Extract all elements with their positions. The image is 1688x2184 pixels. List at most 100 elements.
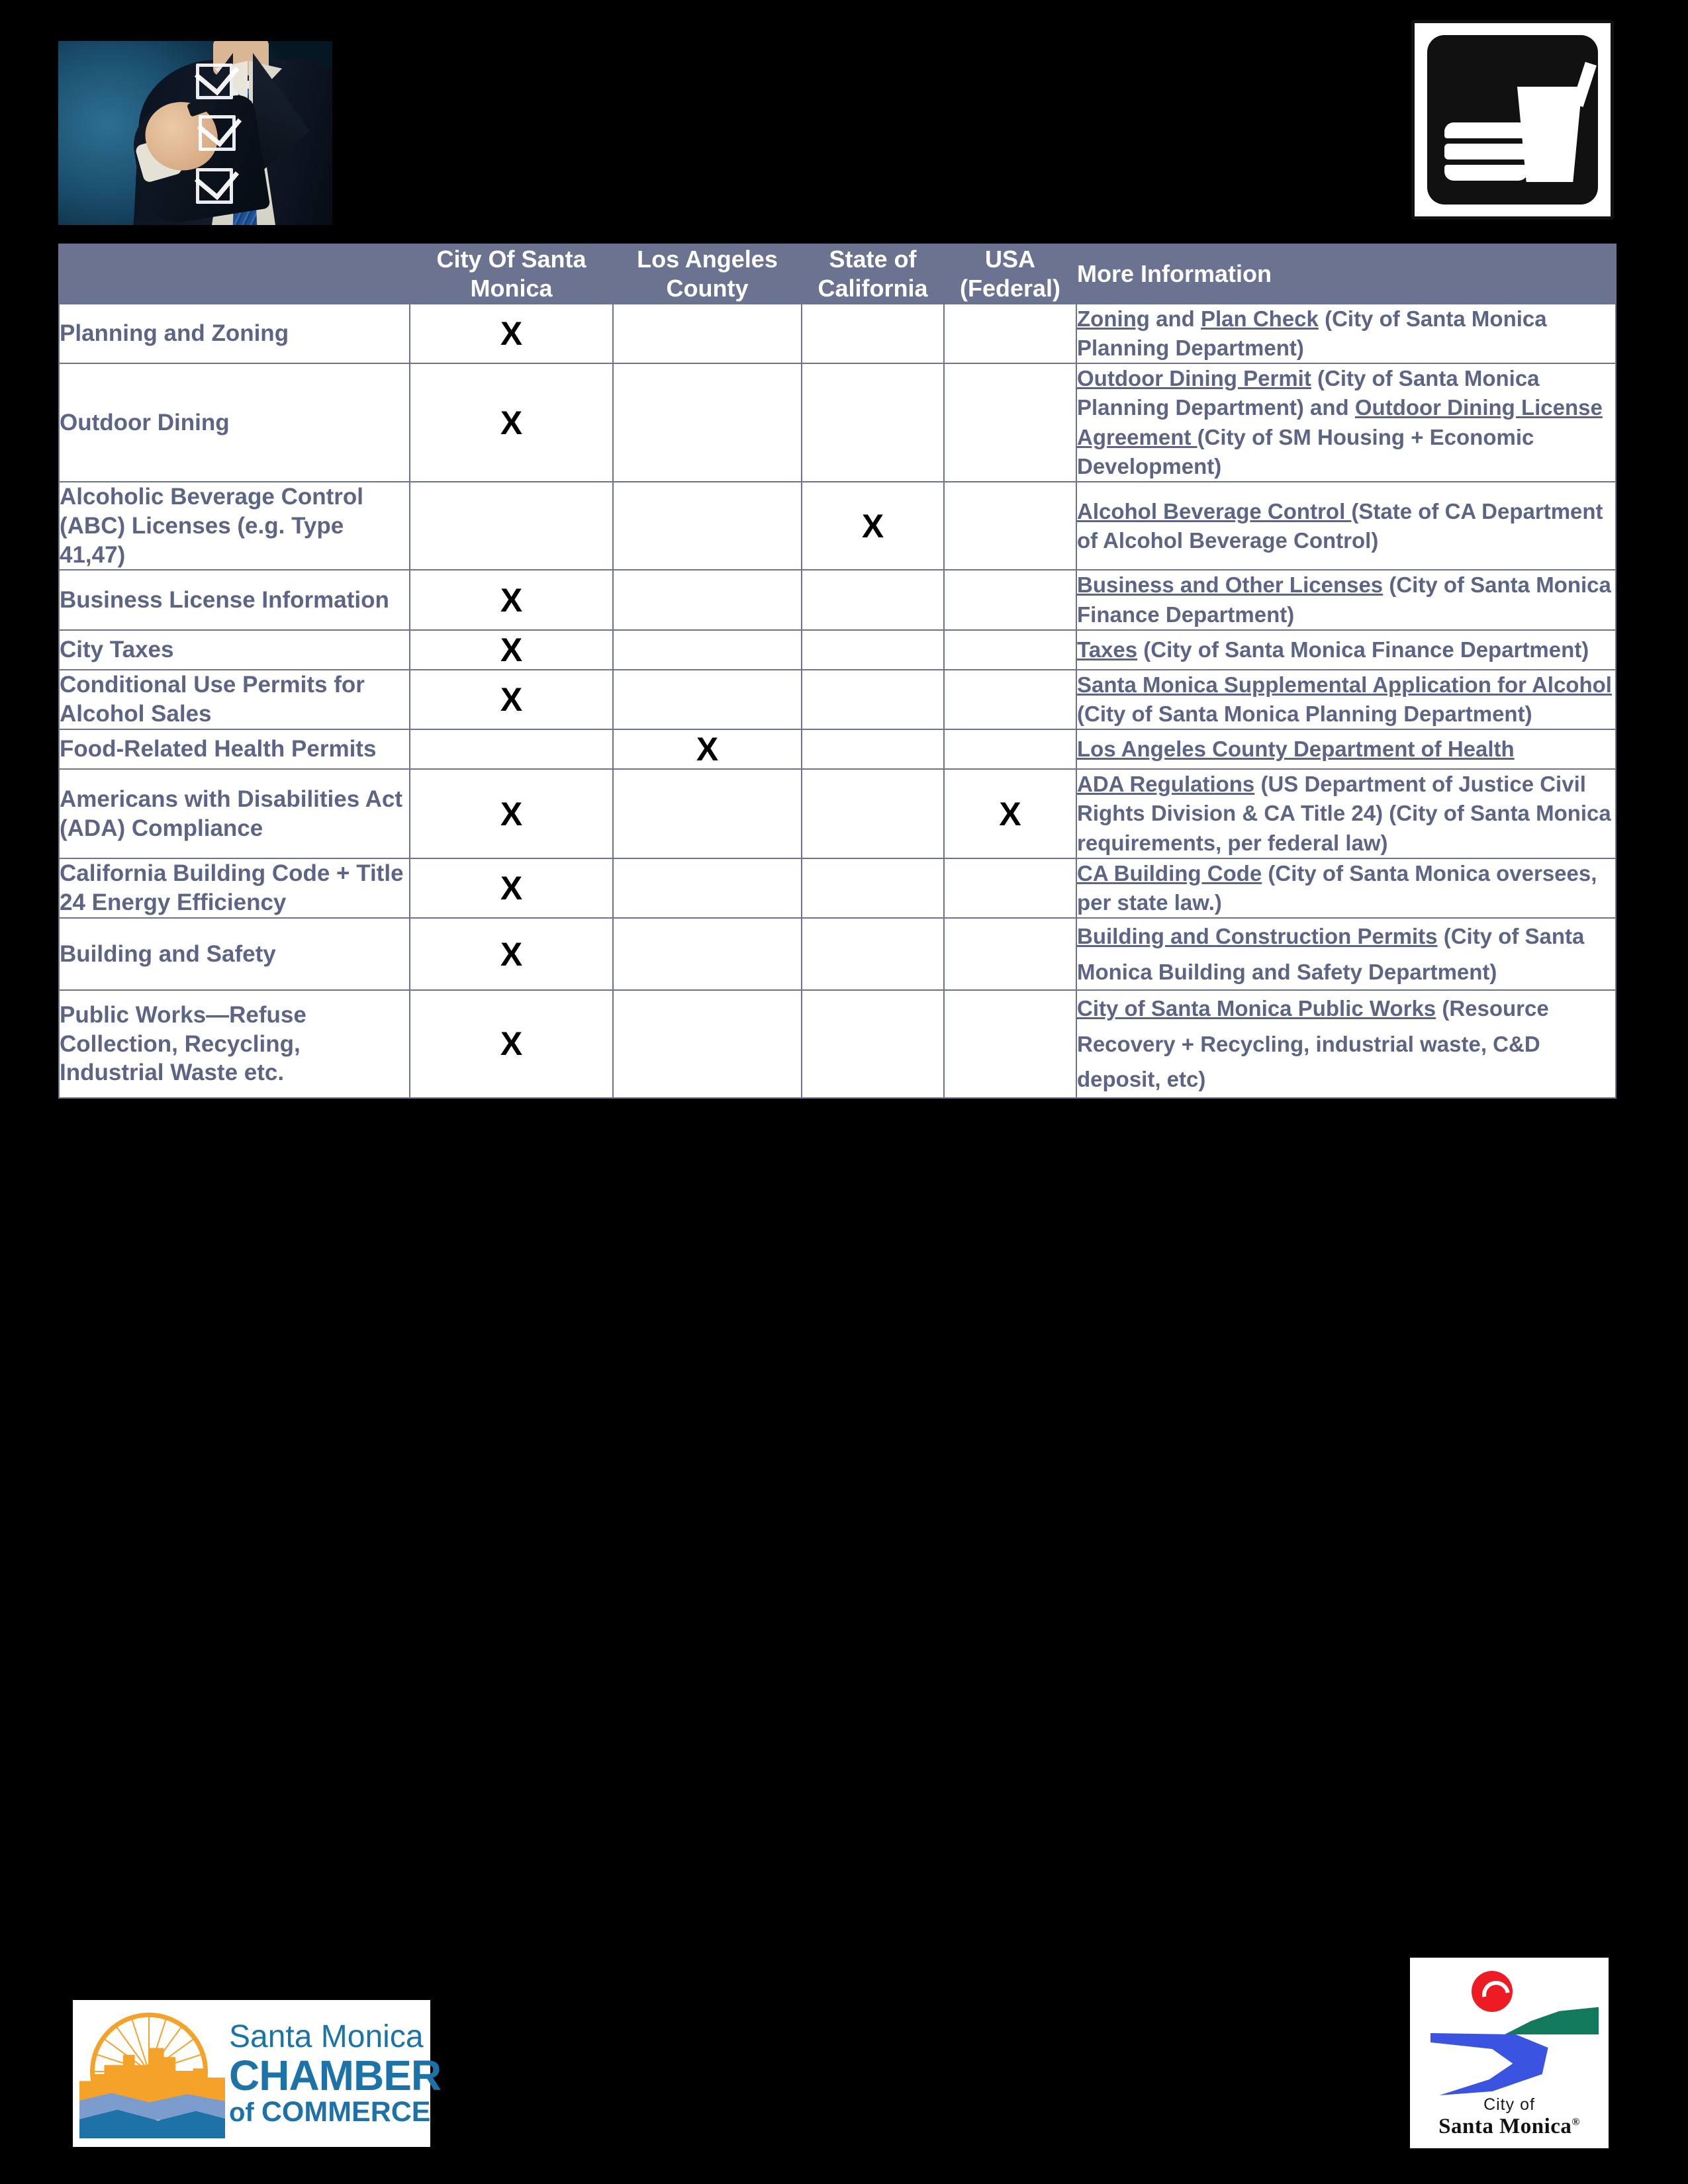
jurisdiction-mark-state [801, 917, 945, 991]
jurisdiction-mark-county: X [612, 729, 802, 770]
chamber-line-chamber: CHAMBER [229, 2051, 442, 2099]
table-row: Business License Information X Business an… [58, 569, 1617, 631]
jurisdiction-mark-state [801, 302, 945, 365]
jurisdiction-mark-city: X [409, 363, 614, 483]
table-row: Alcoholic Beverage Control (ABC) License… [58, 481, 1617, 571]
info-link[interactable]: Santa Monica Supplemental Application fo… [1077, 672, 1612, 697]
city-of-santa-monica-logo: City of Santa Monica® [1410, 1958, 1609, 2148]
column-header-city-of-santa-monica: City Of Santa Monica [409, 244, 614, 304]
jurisdiction-mark-state: X [801, 481, 945, 571]
info-link[interactable]: Business and Other Licenses [1077, 572, 1383, 597]
row-topic-label: City Taxes [58, 629, 410, 670]
more-information-cell: Business and Other Licenses (City of San… [1076, 569, 1617, 631]
jurisdiction-mark-city: X [409, 629, 614, 670]
jurisdiction-mark-usa [943, 629, 1077, 670]
jurisdiction-mark-county [612, 629, 802, 670]
chamber-of-word: of [229, 2097, 261, 2127]
jurisdiction-mark-city [409, 729, 614, 770]
jurisdiction-mark-state [801, 768, 945, 859]
row-topic-label: Americans with Disabilities Act (ADA) Co… [58, 768, 410, 859]
more-information-cell: CA Building Code (City of Santa Monica o… [1076, 857, 1617, 919]
column-header-line1: More Information [1077, 259, 1272, 287]
more-information-cell: Alcohol Beverage Control (State of CA De… [1076, 481, 1617, 571]
santa-monica-text: Santa Monica [1438, 2115, 1572, 2138]
header-band [0, 0, 1688, 238]
column-header-state-of-california: State of California [801, 244, 945, 304]
checkbox-check-icon [199, 115, 236, 151]
hillside-shape [1505, 2007, 1599, 2034]
info-link[interactable]: Outdoor Dining Permit [1077, 366, 1311, 390]
table-row: Conditional Use Permits for Alcohol Sale… [58, 668, 1617, 731]
table-row: City Taxes X Taxes (City of Santa Monica F… [58, 629, 1617, 670]
more-information-cell: City of Santa Monica Public Works (Resou… [1076, 989, 1617, 1099]
businessman-checklist-photo [58, 41, 332, 225]
jurisdiction-mark-usa [943, 668, 1077, 731]
row-topic-label: Business License Information [58, 569, 410, 631]
column-header-line1: USA [984, 246, 1035, 273]
jurisdiction-mark-usa [943, 989, 1077, 1099]
info-text: (City of Santa Monica Finance Department… [1137, 637, 1589, 662]
table-row: Planning and Zoning X Zoning and Plan Chec… [58, 302, 1617, 365]
burger-top-bun [1444, 122, 1528, 138]
jurisdiction-mark-usa [943, 729, 1077, 770]
jurisdiction-mark-county [612, 569, 802, 631]
info-link[interactable]: CA Building Code [1077, 861, 1262, 886]
jurisdiction-mark-usa [943, 363, 1077, 483]
more-information-cell: ADA Regulations (US Department of Justic… [1076, 768, 1617, 859]
jurisdiction-mark-county [612, 302, 802, 365]
more-information-cell: Los Angeles County Department of Health [1076, 729, 1617, 770]
column-header-line2: California [818, 274, 928, 302]
row-topic-label: Food-Related Health Permits [58, 729, 410, 770]
icon-plate [1427, 35, 1598, 205]
drink-cup-icon [1517, 87, 1582, 182]
food-and-drink-icon [1411, 20, 1614, 220]
jurisdiction-mark-state [801, 569, 945, 631]
chamber-line-of-commerce: of COMMERCE [229, 2097, 441, 2127]
info-text: (City of Santa Monica Planning Departmen… [1077, 702, 1532, 727]
permits-matrix-table: City Of Santa Monica Los Angeles County … [58, 244, 1617, 1099]
column-header-more-information: More Information [1076, 244, 1617, 304]
column-header-los-angeles-county: Los Angeles County [612, 244, 802, 304]
column-header-line1: City Of Santa [436, 246, 586, 273]
more-information-cell: Building and Construction Permits (City … [1076, 917, 1617, 991]
jurisdiction-mark-state [801, 668, 945, 731]
jurisdiction-mark-state [801, 629, 945, 670]
row-topic-label: Alcoholic Beverage Control (ABC) License… [58, 481, 410, 571]
table-row: Food-Related Health Permits X Los Angeles … [58, 729, 1617, 770]
jurisdiction-mark-city: X [409, 569, 614, 631]
column-header-line2: (Federal) [959, 274, 1061, 302]
more-information-cell: Santa Monica Supplemental Application fo… [1076, 668, 1617, 731]
row-topic-label: California Building Code + Title 24 Ener… [58, 857, 410, 919]
column-header-line2: Monica [470, 274, 553, 302]
registered-trademark-icon: ® [1571, 2116, 1580, 2128]
info-link[interactable]: ADA Regulations [1077, 772, 1254, 796]
table-header-row: City Of Santa Monica Los Angeles County … [58, 244, 1617, 304]
info-link[interactable]: Alcohol Beverage Control [1077, 499, 1351, 523]
info-link[interactable]: Zoning [1077, 306, 1150, 331]
jurisdiction-mark-county [612, 768, 802, 859]
checkbox-check-icon [196, 168, 233, 204]
info-link[interactable]: Plan Check [1201, 306, 1319, 331]
jurisdiction-mark-county [612, 989, 802, 1099]
chamber-line-santa-monica: Santa Monica [229, 2019, 424, 2054]
table-row: Building and Safety X Building and Constru… [58, 917, 1617, 991]
jurisdiction-mark-county [612, 668, 802, 731]
info-link[interactable]: Los Angeles County Department of Health [1077, 737, 1515, 761]
table-body: Planning and Zoning X Zoning and Plan Chec… [58, 302, 1617, 1099]
column-header-line1: Los Angeles [637, 246, 778, 273]
row-topic-label: Outdoor Dining [58, 363, 410, 483]
jurisdiction-mark-county [612, 857, 802, 919]
info-link[interactable]: City of Santa Monica Public Works [1077, 996, 1436, 1021]
jurisdiction-mark-city: X [409, 302, 614, 365]
jurisdiction-mark-state [801, 363, 945, 483]
info-link[interactable]: Taxes [1077, 637, 1137, 662]
city-wordmark: City of Santa Monica® [1438, 2095, 1580, 2139]
info-link[interactable]: Building and Construction Permits [1077, 924, 1438, 948]
more-information-cell: Taxes (City of Santa Monica Finance Depa… [1076, 629, 1617, 670]
jurisdiction-mark-state [801, 729, 945, 770]
jurisdiction-mark-city: X [409, 857, 614, 919]
jurisdiction-mark-county [612, 917, 802, 991]
burger-icon [1444, 122, 1528, 181]
city-logo-artwork [1420, 1966, 1599, 2098]
jurisdiction-mark-county [612, 481, 802, 571]
